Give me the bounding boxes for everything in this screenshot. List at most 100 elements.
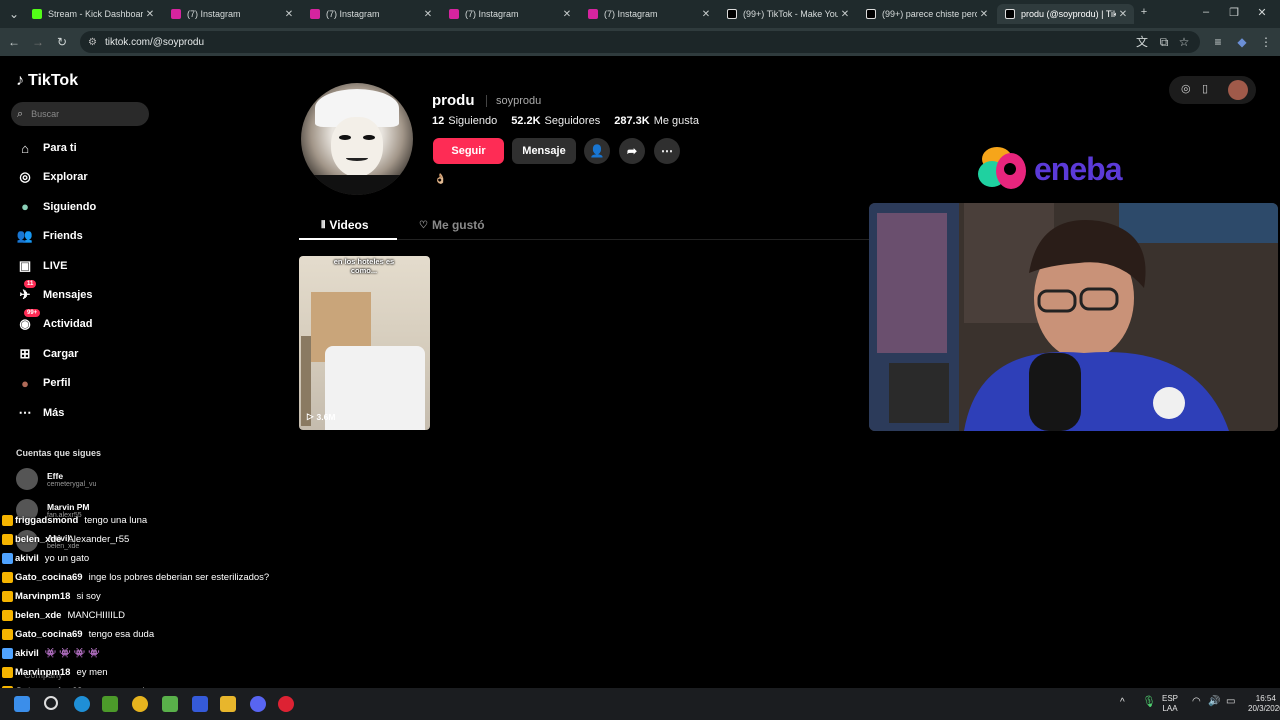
tab-title: (99+) TikTok - Make Your D — [743, 9, 838, 19]
sidebar-item-label: Mensajes — [43, 289, 93, 301]
tab-videos[interactable]: ⦀ Videos — [321, 218, 369, 232]
search-icon[interactable] — [44, 696, 58, 710]
chat-badge-icon — [2, 514, 13, 526]
forward-icon[interactable]: → — [30, 34, 46, 50]
followers-label[interactable]: Seguidores — [545, 115, 601, 127]
video-thumbnail[interactable]: en los hoteles es como... ▷ 3.6M — [299, 256, 430, 430]
following-account[interactable]: Effe cemeterygal_vu — [16, 468, 96, 490]
tab-close-icon[interactable]: ✕ — [838, 9, 852, 20]
tab-close-icon[interactable]: ✕ — [1116, 9, 1130, 20]
tab-close-icon[interactable]: ✕ — [699, 9, 713, 20]
sidebar-item-perfil[interactable]: ● Perfil — [16, 372, 70, 394]
close-window-button[interactable]: ✕ — [1254, 6, 1270, 19]
reload-icon[interactable]: ↻ — [54, 34, 70, 50]
search-icon: ⌕ — [17, 107, 24, 120]
tab-close-icon[interactable]: ✕ — [282, 9, 296, 20]
file-explorer-icon[interactable] — [220, 696, 236, 712]
tab-title: (7) Instagram — [326, 9, 380, 19]
minimize-button[interactable]: – — [1198, 6, 1214, 18]
share-icon[interactable]: ➦ — [619, 138, 645, 164]
chat-username: Marvinpm18 — [15, 590, 71, 602]
browser-tab[interactable]: (7) Instagram ✕ — [302, 4, 439, 24]
following-label[interactable]: Siguiendo — [448, 115, 497, 127]
extension-icon[interactable]: ◆ — [1234, 34, 1250, 50]
tab-close-icon[interactable]: ✕ — [977, 9, 991, 20]
cast-icon[interactable]: ⧉ — [1156, 34, 1172, 50]
chat-message: akivil 👾 👾 👾 👾 — [2, 646, 100, 660]
sidebar-item-friends[interactable]: 👥 Friends — [16, 225, 83, 247]
sidebar-item-cargar[interactable]: ⊞ Cargar — [16, 343, 79, 365]
coin-icon[interactable]: ◎ — [1181, 82, 1191, 95]
tab-close-icon[interactable]: ✕ — [560, 9, 574, 20]
video-caption: en los hoteles es como... — [333, 257, 395, 275]
chat-text: 👾 👾 👾 👾 — [44, 647, 101, 659]
app-icon[interactable] — [162, 696, 178, 712]
profile-stats: 12 Siguiendo 52.2K Seguidores 287.3K Me … — [432, 115, 713, 127]
browser-tab[interactable]: (99+) parece chiste pero es✕ — [858, 4, 995, 24]
sidebar-item-para-ti[interactable]: ⌂ Para ti — [16, 137, 77, 159]
chat-badge-icon — [2, 666, 13, 678]
device-icon[interactable]: ▯ — [1202, 82, 1208, 95]
chat-text: tengo esa duda — [88, 628, 155, 640]
volume-icon[interactable]: 🔊 — [1208, 697, 1220, 707]
tab-liked[interactable]: ♡ Me gustó — [419, 218, 485, 232]
reading-list-icon[interactable]: ≡ — [1210, 34, 1226, 50]
search-input[interactable]: ⌕ Buscar — [11, 102, 149, 126]
browser-tab[interactable]: (7) Instagram ✕ — [163, 4, 300, 24]
browser-tab[interactable]: produ (@soyprodu) | TikTok✕ — [997, 4, 1134, 24]
battery-icon[interactable]: ▭ — [1226, 697, 1235, 707]
new-tab-button[interactable]: + — [1136, 6, 1152, 18]
sponsor-name: eneba — [1034, 150, 1122, 187]
followers-count[interactable]: 52.2K — [511, 115, 540, 127]
sidebar-item-siguiendo[interactable]: ● Siguiendo — [16, 196, 96, 218]
browser-tab[interactable]: (99+) TikTok - Make Your D✕ — [719, 4, 856, 24]
back-icon[interactable]: ← — [6, 34, 22, 50]
chat-username: Marvinpm18 — [15, 666, 71, 678]
maximize-button[interactable]: ❐ — [1226, 6, 1242, 19]
following-count[interactable]: 12 — [432, 115, 444, 127]
app-icon-3[interactable] — [278, 696, 294, 712]
clock[interactable]: 16:54 20/3/2026 — [1248, 694, 1280, 714]
url-text: tiktok.com/@soyprodu — [104, 36, 205, 48]
mic-icon[interactable]: 🎙 — [1142, 697, 1156, 708]
account-name: Marvin PM — [47, 501, 90, 512]
browser-tab[interactable]: (7) Instagram ✕ — [580, 4, 717, 24]
browser-tab[interactable]: Stream - Kick Dashboard ✕ — [24, 4, 161, 24]
tab-close-icon[interactable]: ✕ — [421, 9, 435, 20]
tab-favicon-icon — [727, 9, 737, 19]
chat-message: Marvinpm18 si soy — [2, 589, 101, 603]
tiktok-note-icon: ♪ — [16, 72, 24, 89]
tab-search-icon[interactable]: ⌄ — [6, 6, 22, 22]
sidebar-item-mensajes[interactable]: ✈ 11 Mensajes — [16, 280, 93, 306]
minecraft-icon[interactable] — [102, 696, 118, 712]
bookmark-star-icon[interactable]: ☆ — [1176, 34, 1192, 50]
site-info-icon[interactable]: ⚙ — [88, 37, 97, 48]
sidebar-item-más[interactable]: ⋯ Más — [16, 402, 65, 424]
translate-icon[interactable]: 文 — [1134, 34, 1150, 50]
chrome-icon[interactable] — [132, 696, 148, 712]
chat-username: friggadsmond — [15, 514, 79, 526]
discord-icon[interactable] — [250, 696, 266, 712]
chat-message: friggadsmond tengo una luna — [2, 513, 147, 527]
sidebar-item-live[interactable]: ▣ LIVE — [16, 255, 68, 277]
sidebar-item-actividad[interactable]: ◉ 99+ Actividad — [16, 309, 93, 335]
edge-icon[interactable] — [74, 696, 90, 712]
more-options-icon[interactable]: ⋯ — [654, 138, 680, 164]
tab-title: (99+) parece chiste pero es — [882, 9, 977, 19]
language-indicator[interactable]: ESP LAA — [1162, 694, 1178, 714]
sidebar-item-explorar[interactable]: ◎ Explorar — [16, 166, 87, 188]
tab-close-icon[interactable]: ✕ — [143, 9, 157, 20]
browser-tab[interactable]: (7) Instagram ✕ — [441, 4, 578, 24]
suggested-accounts-icon[interactable]: 👤 — [584, 138, 610, 164]
tiktok-logo[interactable]: ♪ TikTok — [16, 72, 78, 90]
follow-button[interactable]: Seguir — [433, 138, 504, 164]
browser-menu-icon[interactable]: ⋮ — [1258, 34, 1274, 50]
top-right-controls: ◎ ▯ — [1169, 76, 1256, 104]
user-avatar[interactable] — [1228, 80, 1248, 100]
tray-chevron-icon[interactable]: ^ — [1120, 698, 1125, 708]
app-icon-2[interactable] — [192, 696, 208, 712]
windows-start-icon[interactable] — [14, 696, 30, 712]
url-field[interactable]: ⚙ tiktok.com/@soyprodu — [80, 31, 1200, 53]
wifi-icon[interactable]: ◠ — [1192, 697, 1201, 707]
message-button[interactable]: Mensaje — [512, 138, 576, 164]
